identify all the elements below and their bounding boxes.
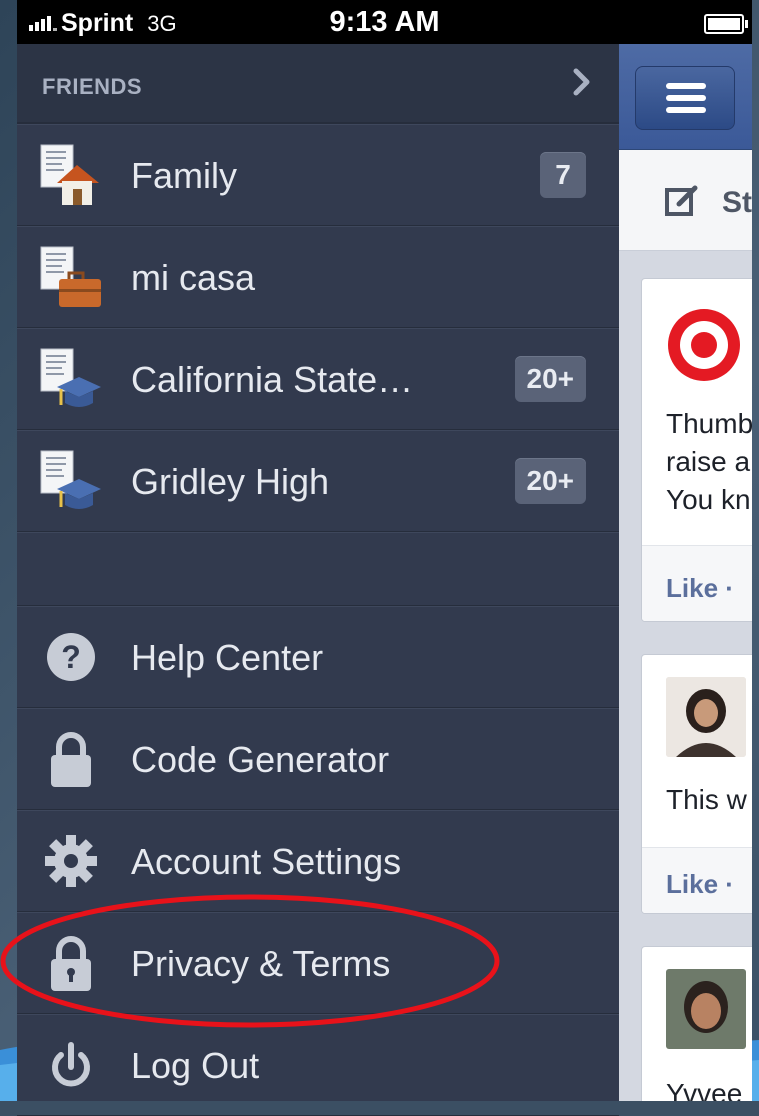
feed-post: Yvvee [641,946,752,1101]
school-group-icon [40,450,101,509]
menu-item-california-state[interactable]: California State… 20+ [17,328,619,430]
menu-item-mi-casa[interactable]: mi casa [17,226,619,328]
menu-item-family[interactable]: Family 7 [17,124,619,226]
avatar [666,677,746,757]
menu-item-label: Account Settings [131,841,402,882]
school-group-icon [40,348,101,407]
like-button[interactable]: Like · [666,869,734,900]
menu-divider [17,532,619,606]
menu-item-label: Code Generator [131,739,390,780]
menu-item-privacy-terms[interactable]: Privacy & Terms [17,912,619,1014]
help-icon: ? [47,633,95,681]
notification-badge: 20+ [514,356,586,402]
like-button[interactable]: Like · [666,573,734,604]
chevron-right-icon[interactable] [573,68,591,96]
status-bar: Sprint 3G 9:13 AM [17,0,752,44]
composer-label: St [722,186,752,219]
battery-icon [704,14,748,34]
menu-item-label: Log Out [131,1045,260,1086]
menu-item-gridley-high[interactable]: Gridley High 20+ [17,430,619,532]
menu-item-code-generator[interactable]: Code Generator [17,708,619,810]
feed-post: Thumb raise a You kn Like · [641,278,752,622]
notification-badge: 20+ [514,458,586,504]
target-logo-icon [668,309,740,381]
section-title: FRIENDS [42,74,143,99]
edit-icon [665,185,698,216]
post-text-line: Thumb [666,408,752,439]
lock-icon [51,732,91,787]
notification-badge: 7 [540,152,586,198]
clock: 9:13 AM [329,6,440,38]
menu-item-help-center[interactable]: ? Help Center [17,606,619,708]
menu-item-account-settings[interactable]: Account Settings [17,810,619,912]
menu-toggle-button[interactable] [635,66,735,130]
menu-item-label: California State… [131,359,414,400]
menu-item-label: Privacy & Terms [131,943,391,984]
feed-post: This w Like · [641,654,752,914]
work-group-icon [40,246,101,307]
menu-item-label: Family [131,155,237,196]
family-group-icon [40,144,99,205]
feed-top-bar [619,44,752,150]
svg-text:?: ? [61,639,81,675]
status-composer[interactable]: St [619,150,752,251]
post-text-line: Yvvee [666,1078,743,1101]
menu-item-label: Help Center [131,637,324,678]
friends-section-header[interactable]: FRIENDS [17,44,619,124]
post-text-line: raise a [666,446,751,477]
gear-icon [45,835,97,887]
post-text-line: This w [666,784,747,815]
menu-item-label: Gridley High [131,461,330,502]
avatar [666,969,746,1049]
privacy-lock-icon [51,936,91,991]
divider [642,545,752,546]
power-icon [52,1042,90,1087]
post-text-line: You kn [666,484,751,515]
menu-item-label: mi casa [131,257,256,298]
news-feed-panel: St Thumb raise a You kn Like · This w Li… [619,44,752,1101]
divider [642,847,752,848]
side-menu: FRIENDS Family 7 mi casa California Stat… [17,44,619,1116]
